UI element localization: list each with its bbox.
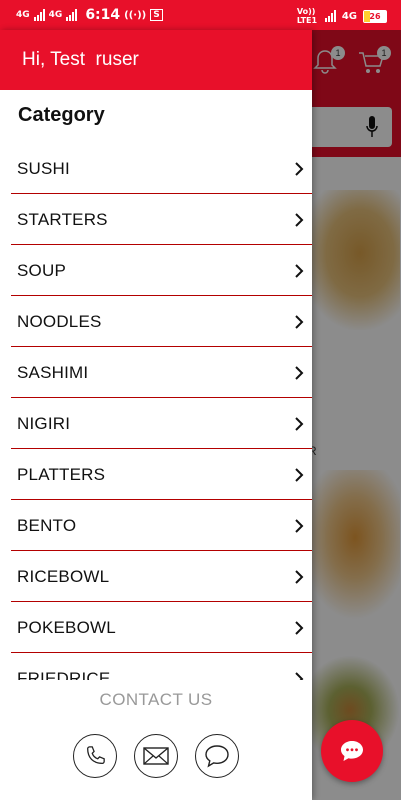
chevron-right-icon (295, 365, 304, 380)
category-item-sushi[interactable]: SUSHI (11, 144, 312, 194)
chevron-right-icon (295, 620, 304, 635)
category-item-sashimi[interactable]: SASHIMI (11, 348, 312, 398)
clock: 6:14 (85, 7, 121, 23)
category-label: FRIEDRICE (17, 668, 111, 681)
category-label: SASHIMI (17, 362, 89, 382)
status-right: Vo)) LTE1 4G 26 (297, 7, 387, 25)
phone-button[interactable] (73, 734, 117, 778)
phone-icon (87, 746, 105, 764)
category-label: NOODLES (17, 311, 102, 331)
floating-chat-button[interactable] (321, 720, 383, 782)
battery-icon: 26 (363, 9, 387, 23)
category-label: POKEBOWL (17, 617, 116, 637)
signal-icon (33, 9, 45, 21)
category-label: RICEBOWL (17, 566, 110, 586)
chevron-right-icon (295, 161, 304, 176)
network-label-1: 4G (16, 10, 30, 20)
navigation-drawer: Hi, Test ruser Category SUSHI STARTERS S… (0, 30, 312, 800)
status-left: 4G 4G 6:14 ((·)) S (16, 7, 163, 23)
chat-bubble-icon (341, 741, 363, 761)
status-bar: 4G 4G 6:14 ((·)) S Vo)) LTE1 4G 26 (0, 0, 401, 30)
mail-icon (143, 747, 169, 765)
chat-button[interactable] (195, 734, 239, 778)
category-label: SUSHI (17, 158, 70, 178)
category-item-soup[interactable]: SOUP (11, 246, 312, 296)
category-title: Category (18, 104, 105, 126)
chevron-right-icon (295, 467, 304, 482)
hotspot-icon: ((·)) (124, 9, 147, 21)
category-item-starters[interactable]: STARTERS (11, 195, 312, 245)
greeting: Hi, Test ruser (22, 49, 139, 70)
category-item-noodles[interactable]: NOODLES (11, 297, 312, 347)
chevron-right-icon (295, 569, 304, 584)
chevron-right-icon (295, 671, 304, 680)
category-item-bento[interactable]: BENTO (11, 501, 312, 551)
app-notification-icon: S (150, 9, 163, 21)
mail-button[interactable] (134, 734, 178, 778)
category-item-platters[interactable]: PLATTERS (11, 450, 312, 500)
category-label: BENTO (17, 515, 77, 535)
volte-label: Vo)) LTE1 (296, 7, 318, 25)
category-label: NIGIRI (17, 413, 71, 433)
drawer-header: Hi, Test ruser (0, 30, 312, 90)
network-label-3: 4G (341, 10, 357, 22)
category-label: SOUP (17, 260, 66, 280)
chevron-right-icon (295, 263, 304, 278)
category-label: PLATTERS (17, 464, 106, 484)
category-list: SUSHI STARTERS SOUP NOODLES SASHIMI NIGI… (11, 144, 312, 680)
chevron-right-icon (295, 416, 304, 431)
contact-icons (0, 734, 312, 778)
signal-icon-2 (66, 9, 78, 21)
battery-level: 26 (369, 11, 381, 21)
chevron-right-icon (295, 314, 304, 329)
category-item-pokebowl[interactable]: POKEBOWL (11, 603, 312, 653)
network-label-2: 4G (48, 10, 63, 20)
category-item-ricebowl[interactable]: RICEBOWL (11, 552, 312, 602)
chevron-right-icon (295, 212, 304, 227)
category-item-nigiri[interactable]: NIGIRI (11, 399, 312, 449)
category-label: STARTERS (17, 209, 108, 229)
category-item-friedrice[interactable]: FRIEDRICE (11, 654, 312, 680)
signal-icon-3 (324, 10, 336, 22)
contact-us-label: CONTACT US (99, 690, 213, 709)
chevron-right-icon (295, 518, 304, 533)
chat-icon (205, 745, 229, 768)
